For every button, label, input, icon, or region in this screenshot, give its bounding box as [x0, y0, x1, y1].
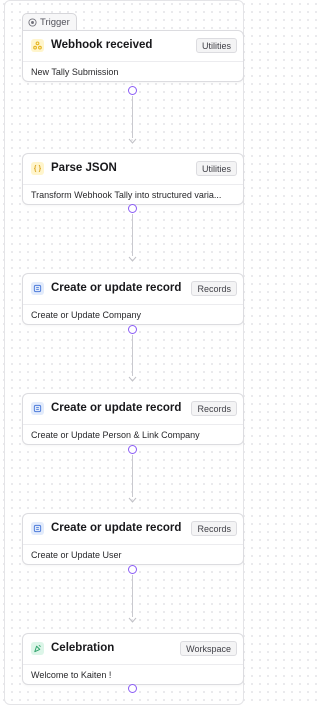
connector-arrow	[128, 138, 137, 144]
node-description: Welcome to Kaiten !	[31, 670, 112, 680]
workflow-node-update-user[interactable]: Create or update record Records Create o…	[22, 513, 244, 565]
connector-line	[132, 335, 133, 376]
node-title: Webhook received	[51, 39, 153, 51]
node-title: Parse JSON	[51, 162, 117, 174]
connector-line	[132, 214, 133, 256]
node-title: Create or update record	[51, 522, 182, 534]
node-header: Celebration Workspace	[23, 634, 243, 665]
node-description: Transform Webhook Tally into structured …	[31, 190, 222, 200]
output-port[interactable]	[128, 86, 137, 95]
database-icon	[31, 282, 44, 295]
node-header: Create or update record Records	[23, 514, 243, 545]
workflow-node-parse-json[interactable]: Parse JSON Utilities Transform Webhook T…	[22, 153, 244, 205]
node-header: Parse JSON Utilities	[23, 154, 243, 185]
connector-arrow	[128, 256, 137, 262]
output-port[interactable]	[128, 565, 137, 574]
node-category-badge: Records	[191, 521, 237, 536]
trigger-label: Trigger	[40, 16, 70, 28]
node-category-badge: Utilities	[195, 38, 237, 53]
connector-arrow	[128, 497, 137, 503]
connector-line	[132, 455, 133, 497]
connector-arrow	[128, 376, 137, 382]
node-description: Create or Update Company	[31, 310, 142, 320]
node-title: Celebration	[51, 642, 115, 654]
output-port[interactable]	[128, 204, 137, 213]
output-port[interactable]	[128, 684, 137, 693]
node-category-badge: Workspace	[180, 641, 237, 656]
database-icon	[31, 402, 44, 415]
node-title: Create or update record	[51, 402, 182, 414]
output-port[interactable]	[128, 325, 137, 334]
node-description: Create or Update Person & Link Company	[31, 430, 200, 440]
target-icon	[28, 17, 37, 27]
trigger-tag: Trigger	[22, 13, 77, 30]
node-category-badge: Utilities	[195, 161, 237, 176]
webhook-icon	[31, 39, 44, 52]
workflow-node-webhook[interactable]: Webhook received Utilities New Tally Sub…	[22, 30, 244, 82]
node-header: Webhook received Utilities	[23, 31, 243, 62]
node-category-badge: Records	[191, 401, 237, 416]
node-title: Create or update record	[51, 282, 182, 294]
party-icon	[31, 642, 44, 655]
node-category-badge: Records	[191, 281, 237, 296]
workflow-node-update-person[interactable]: Create or update record Records Create o…	[22, 393, 244, 445]
output-port[interactable]	[128, 445, 137, 454]
braces-icon	[31, 162, 44, 175]
workflow-node-celebration[interactable]: Celebration Workspace Welcome to Kaiten …	[22, 633, 244, 685]
connector-line	[132, 575, 133, 617]
workflow-canvas[interactable]	[4, 0, 244, 705]
connector-arrow	[128, 617, 137, 623]
node-header: Create or update record Records	[23, 274, 243, 305]
node-description: New Tally Submission	[31, 67, 119, 77]
connector-line	[132, 96, 133, 138]
node-description: Create or Update User	[31, 550, 122, 560]
node-header: Create or update record Records	[23, 394, 243, 425]
database-icon	[31, 522, 44, 535]
workflow-node-update-company[interactable]: Create or update record Records Create o…	[22, 273, 244, 325]
